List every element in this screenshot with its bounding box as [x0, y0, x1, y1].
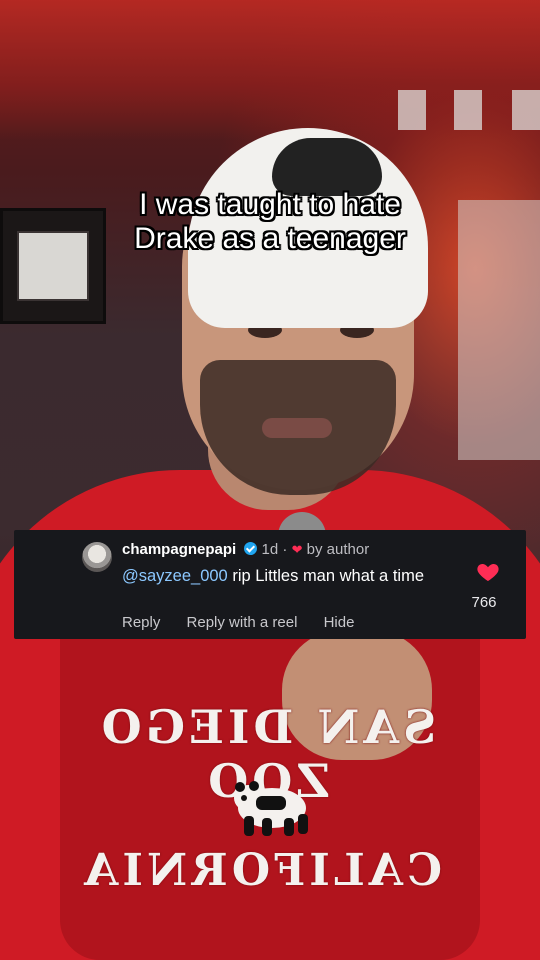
video-caption: I was taught to hate Drake as a teenager: [0, 188, 540, 256]
comment-actions: Reply Reply with a reel Hide: [122, 614, 376, 631]
caption-line-1: I was taught to hate: [139, 188, 401, 221]
wall-photo: [454, 90, 482, 130]
wall-photo: [512, 90, 540, 130]
comment-username[interactable]: champagnepapi: [122, 541, 236, 558]
reply-button[interactable]: Reply: [122, 614, 160, 631]
verified-badge-icon: [244, 542, 258, 555]
avatar[interactable]: [82, 542, 112, 572]
comment-text: @sayzee_000 rip Littles man what a time: [122, 566, 452, 587]
comment-time: 1d: [261, 541, 279, 558]
liked-by-author-label: by author: [306, 541, 370, 558]
caption-line-2: Drake as a teenager: [134, 222, 406, 255]
like-count: 766: [471, 594, 497, 611]
like-heart-icon[interactable]: [476, 560, 500, 584]
comment-message: rip Littles man what a time: [227, 567, 424, 585]
reply-with-reel-button[interactable]: Reply with a reel: [187, 614, 298, 631]
mention-link[interactable]: @sayzee_000: [122, 567, 228, 585]
liked-heart-icon: ❤: [291, 542, 303, 557]
hide-button[interactable]: Hide: [324, 614, 355, 631]
pinned-comment-card[interactable]: champagnepapi 1d · ❤ by author @sayzee_0…: [14, 530, 526, 639]
separator-dot: ·: [282, 541, 288, 558]
sweatshirt-bottom-text: CALIFORNIA: [80, 845, 442, 896]
video-background: SAN DIEGO ZOO CALIFORNIA: [0, 0, 540, 960]
wall-photo: [398, 90, 426, 130]
panda-icon: [234, 781, 308, 836]
mouth: [262, 418, 332, 438]
comment-meta: champagnepapi 1d · ❤ by author: [122, 541, 369, 558]
